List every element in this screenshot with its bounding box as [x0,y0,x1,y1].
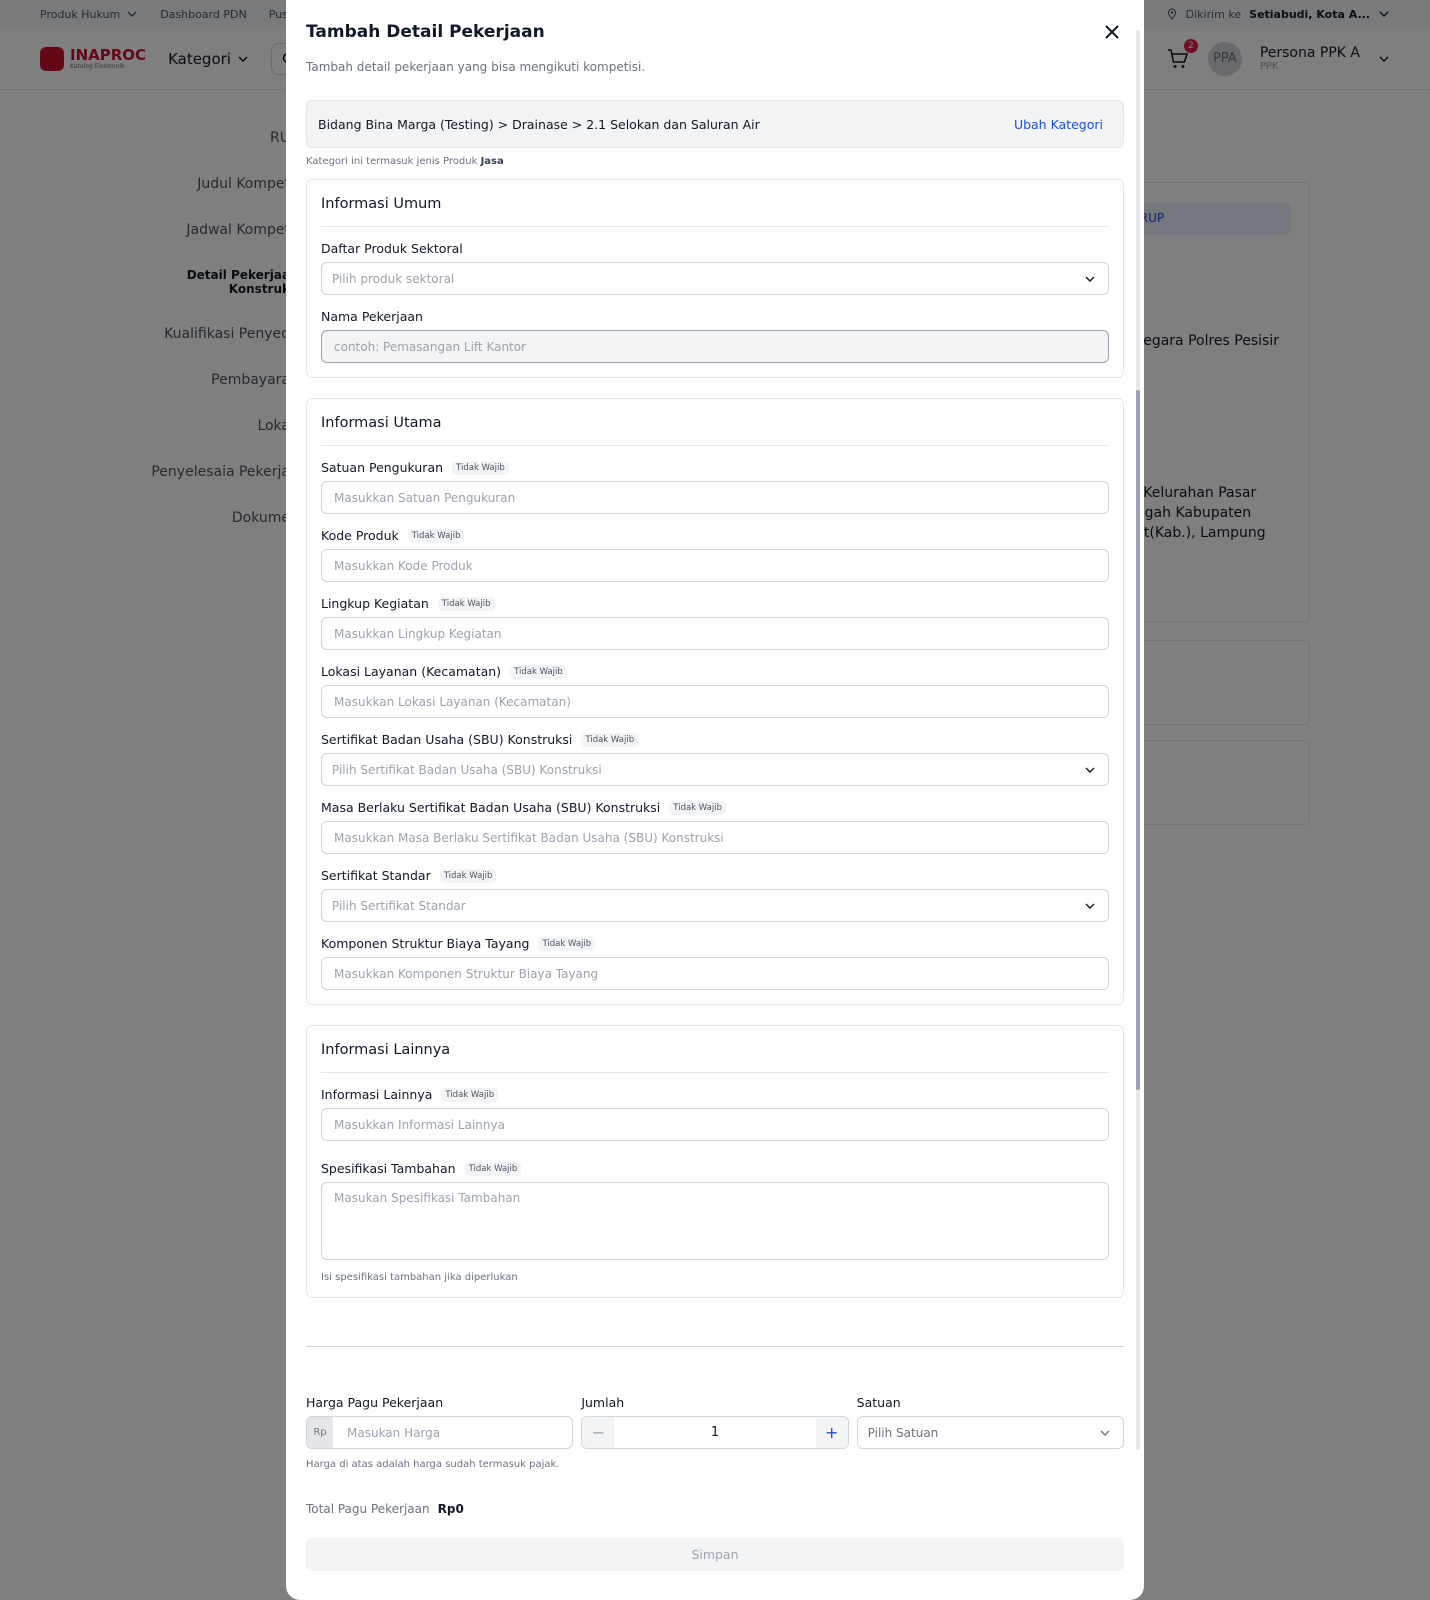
optional-badge: Tidak Wajib [441,1087,499,1102]
select-placeholder: Pilih Satuan [867,1425,939,1440]
field-label: Daftar Produk Sektoral [321,241,463,256]
select-placeholder: Pilih Sertifikat Standar [332,898,466,913]
simpan-button[interactable]: Simpan [306,1538,1124,1571]
tambah-detail-pekerjaan-modal: Tambah Detail Pekerjaan Tambah detail pe… [286,0,1144,1600]
optional-badge: Tidak Wajib [581,732,639,747]
input-placeholder: contoh: Pemasangan Lift Kantor [334,339,527,354]
category-note-text: Kategori ini termasuk jenis Produk [306,156,478,167]
input-placeholder: Masukkan Lokasi Layanan (Kecamatan) [334,694,571,709]
optional-badge: Tidak Wajib [464,1161,522,1176]
total-value: Rp0 [437,1502,464,1516]
input-placeholder: Masukkan Kode Produk [334,558,473,573]
satuan-pengukuran-input[interactable]: Masukkan Satuan Pengukuran [321,481,1109,514]
sertifikat-standar-select[interactable]: Pilih Sertifikat Standar [321,889,1109,922]
section-divider [306,1346,1124,1347]
field-label: Lingkup Kegiatan [321,596,429,611]
field-label: Satuan Pengukuran [321,460,444,475]
category-box: Bidang Bina Marga (Testing) > Drainase >… [306,100,1124,148]
quantity-stepper: − 1 + [581,1416,849,1449]
field-label: Lokasi Layanan (Kecamatan) [321,664,502,679]
section-title: Informasi Lainnya [321,1026,1109,1073]
optional-badge: Tidak Wajib [407,528,465,543]
ubah-kategori-link[interactable]: Ubah Kategori [1014,117,1103,132]
field-label: Masa Berlaku Sertifikat Badan Usaha (SBU… [321,800,661,815]
optional-badge: Tidak Wajib [510,664,567,679]
optional-badge: Tidak Wajib [439,868,497,883]
sbu-konstruksi-select[interactable]: Pilih Sertifikat Badan Usaha (SBU) Konst… [321,753,1109,786]
field-label: Spesifikasi Tambahan [321,1161,456,1176]
optional-badge: Tidak Wajib [452,460,509,475]
chevron-down-icon [1085,767,1095,773]
input-placeholder: Masukkan Komponen Struktur Biaya Tayang [334,966,599,981]
nama-pekerjaan-input[interactable]: contoh: Pemasangan Lift Kantor [321,330,1109,363]
field-label: Kode Produk [321,528,399,543]
select-placeholder: Pilih Sertifikat Badan Usaha (SBU) Konst… [332,762,602,777]
category-path: Bidang Bina Marga (Testing) > Drainase >… [318,116,760,132]
modal-subtitle: Tambah detail pekerjaan yang bisa mengik… [306,60,646,74]
input-placeholder: Masukkan Masa Berlaku Sertifikat Badan U… [334,830,724,845]
field-label: Harga Pagu Pekerjaan [306,1395,444,1410]
total-label: Total Pagu Pekerjaan [306,1502,430,1516]
category-type: Jasa [480,156,504,167]
field-label: Komponen Struktur Biaya Tayang [321,936,530,951]
currency-prefix: Rp [307,1417,333,1448]
field-label: Informasi Lainnya [321,1087,433,1102]
komponen-struktur-biaya-input[interactable]: Masukkan Komponen Struktur Biaya Tayang [321,957,1109,990]
quantity-value[interactable]: 1 [614,1417,815,1448]
chevron-down-icon [1085,276,1095,282]
section-title: Informasi Utama [321,399,1109,446]
produk-sektoral-select[interactable]: Pilih produk sektoral [321,262,1109,295]
input-placeholder: Masukkan Satuan Pengukuran [334,490,516,505]
field-label: Sertifikat Standar [321,868,431,883]
lokasi-layanan-input[interactable]: Masukkan Lokasi Layanan (Kecamatan) [321,685,1109,718]
lingkup-kegiatan-input[interactable]: Masukkan Lingkup Kegiatan [321,617,1109,650]
field-label: Satuan [856,1395,901,1410]
optional-badge: Tidak Wajib [538,936,596,951]
category-note: Kategori ini termasuk jenis Produk Jasa [306,156,1124,167]
textarea-placeholder: Masukan Spesifikasi Tambahan [334,1191,521,1205]
spesifikasi-tambahan-textarea[interactable]: Masukan Spesifikasi Tambahan [321,1182,1109,1260]
optional-badge: Tidak Wajib [437,596,495,611]
optional-badge: Tidak Wajib [669,800,726,815]
field-label: Sertifikat Badan Usaha (SBU) Konstruksi [321,732,573,747]
section-informasi-lainnya: Informasi Lainnya Informasi Lainnya Tidak… [306,1025,1124,1298]
total-pagu: Total Pagu Pekerjaan Rp0 [306,1502,1124,1516]
masa-berlaku-sbu-input[interactable]: Masukkan Masa Berlaku Sertifikat Badan U… [321,821,1109,854]
input-placeholder: Masukan Harga [347,1425,441,1440]
price-row: Harga Pagu Pekerjaan Rp Masukan Harga Ju… [306,1395,1124,1449]
section-informasi-utama: Informasi Utama Satuan Pengukuran Tidak W… [306,398,1124,1005]
informasi-lainnya-input[interactable]: Masukkan Informasi Lainnya [321,1108,1109,1141]
satuan-select[interactable]: Pilih Satuan [856,1416,1124,1449]
field-label: Jumlah [581,1395,625,1410]
input-placeholder: Masukkan Lingkup Kegiatan [334,626,502,641]
kode-produk-input[interactable]: Masukkan Kode Produk [321,549,1109,582]
field-label: Nama Pekerjaan [321,309,423,324]
chevron-down-icon [1085,903,1095,909]
modal-title: Tambah Detail Pekerjaan [306,22,545,42]
select-placeholder: Pilih produk sektoral [332,271,455,286]
harga-pagu-input[interactable]: Rp Masukan Harga [306,1416,574,1449]
section-informasi-umum: Informasi Umum Daftar Produk Sektoral Pi… [306,179,1124,378]
price-helper-text: Harga di atas adalah harga sudah termasu… [306,1459,560,1470]
chevron-down-icon [1100,1430,1110,1436]
increment-button[interactable]: + [815,1417,848,1448]
field-helper-text: Isi spesifikasi tambahan jika diperlukan [321,1272,518,1283]
section-title: Informasi Umum [321,180,1109,227]
input-placeholder: Masukkan Informasi Lainnya [334,1117,505,1132]
decrement-button[interactable]: − [582,1417,615,1448]
